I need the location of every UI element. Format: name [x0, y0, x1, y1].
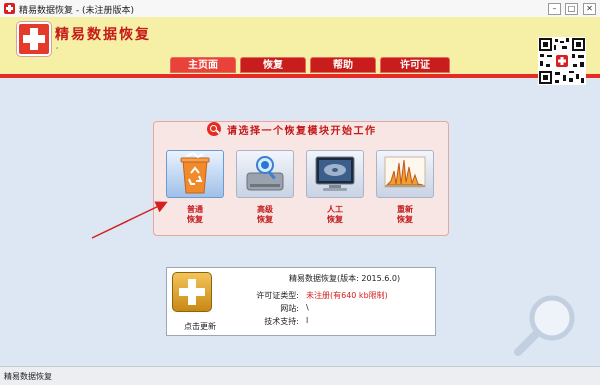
minimize-button[interactable]: – — [548, 3, 561, 15]
chart-signal-icon — [376, 150, 434, 198]
panel-title: 请选择一个恢复模块开始工作 — [227, 125, 377, 137]
app-icon — [4, 3, 15, 14]
support-label: 技术支持: — [264, 317, 299, 326]
module-normal-label: 普通 恢复 — [187, 205, 203, 224]
hard-drive-search-icon — [236, 150, 294, 198]
module-manual-recovery[interactable]: 人工 恢复 — [306, 150, 364, 225]
module-manual-label: 人工 恢复 — [327, 205, 343, 224]
module-re-label: 重新 恢复 — [397, 205, 413, 224]
tab-recover[interactable]: 恢复 — [240, 57, 306, 73]
logo-cross-icon — [17, 22, 51, 56]
recycle-bin-icon — [166, 150, 224, 198]
tab-help[interactable]: 帮助 — [310, 57, 376, 73]
close-button[interactable]: ✕ — [583, 3, 596, 15]
module-panel: 请选择一个恢复模块开始工作 普通 恢复 高级 恢复 人工 恢复 重新 恢复 — [153, 121, 449, 236]
maximize-button[interactable]: □ — [565, 3, 578, 15]
website-label: 网站: — [280, 304, 299, 313]
module-advanced-recovery[interactable]: 高级 恢复 — [236, 150, 294, 225]
status-text: 精易数据恢复 — [4, 372, 52, 381]
website-value[interactable]: \ — [306, 303, 309, 312]
version-info-box: 点击更新 精易数据恢复(版本: 2015.6.0) 许可证类型: 未注册(有64… — [166, 267, 436, 336]
app-window: 精易数据恢复 - (未注册版本) – □ ✕ 精易数据恢复 , 主页面 恢复 帮… — [0, 0, 600, 385]
support-value[interactable]: l — [306, 316, 308, 325]
module-advanced-label: 高级 恢复 — [257, 205, 273, 224]
module-re-recovery[interactable]: 重新 恢复 — [376, 150, 434, 225]
search-icon — [207, 122, 221, 136]
monitor-disk-icon — [306, 150, 364, 198]
magnifier-watermark-icon — [514, 295, 575, 356]
license-type-value: 未注册(有640 kb限制) — [306, 291, 388, 300]
status-bar: 精易数据恢复 — [0, 366, 600, 385]
website-row: 网站: \ — [167, 303, 435, 315]
title-bar: 精易数据恢复 - (未注册版本) – □ ✕ — [0, 0, 600, 18]
brand-subtitle: , — [56, 42, 59, 50]
panel-header: 请选择一个恢复模块开始工作 — [207, 121, 377, 137]
module-normal-recovery[interactable]: 普通 恢复 — [166, 150, 224, 225]
window-title: 精易数据恢复 - (未注册版本) — [19, 6, 134, 16]
support-row: 技术支持: l — [167, 316, 435, 328]
tab-license[interactable]: 许可证 — [380, 57, 450, 73]
license-type-row: 许可证类型: 未注册(有640 kb限制) — [167, 290, 435, 302]
qr-code-icon — [538, 37, 586, 85]
app-header: 精易数据恢复 , 主页面 恢复 帮助 许可证 — [0, 17, 600, 85]
brand-title: 精易数据恢复 — [55, 27, 151, 43]
license-type-label: 许可证类型: — [256, 291, 299, 300]
tab-home[interactable]: 主页面 — [170, 57, 236, 73]
version-title: 精易数据恢复(版本: 2015.6.0) — [289, 274, 401, 283]
